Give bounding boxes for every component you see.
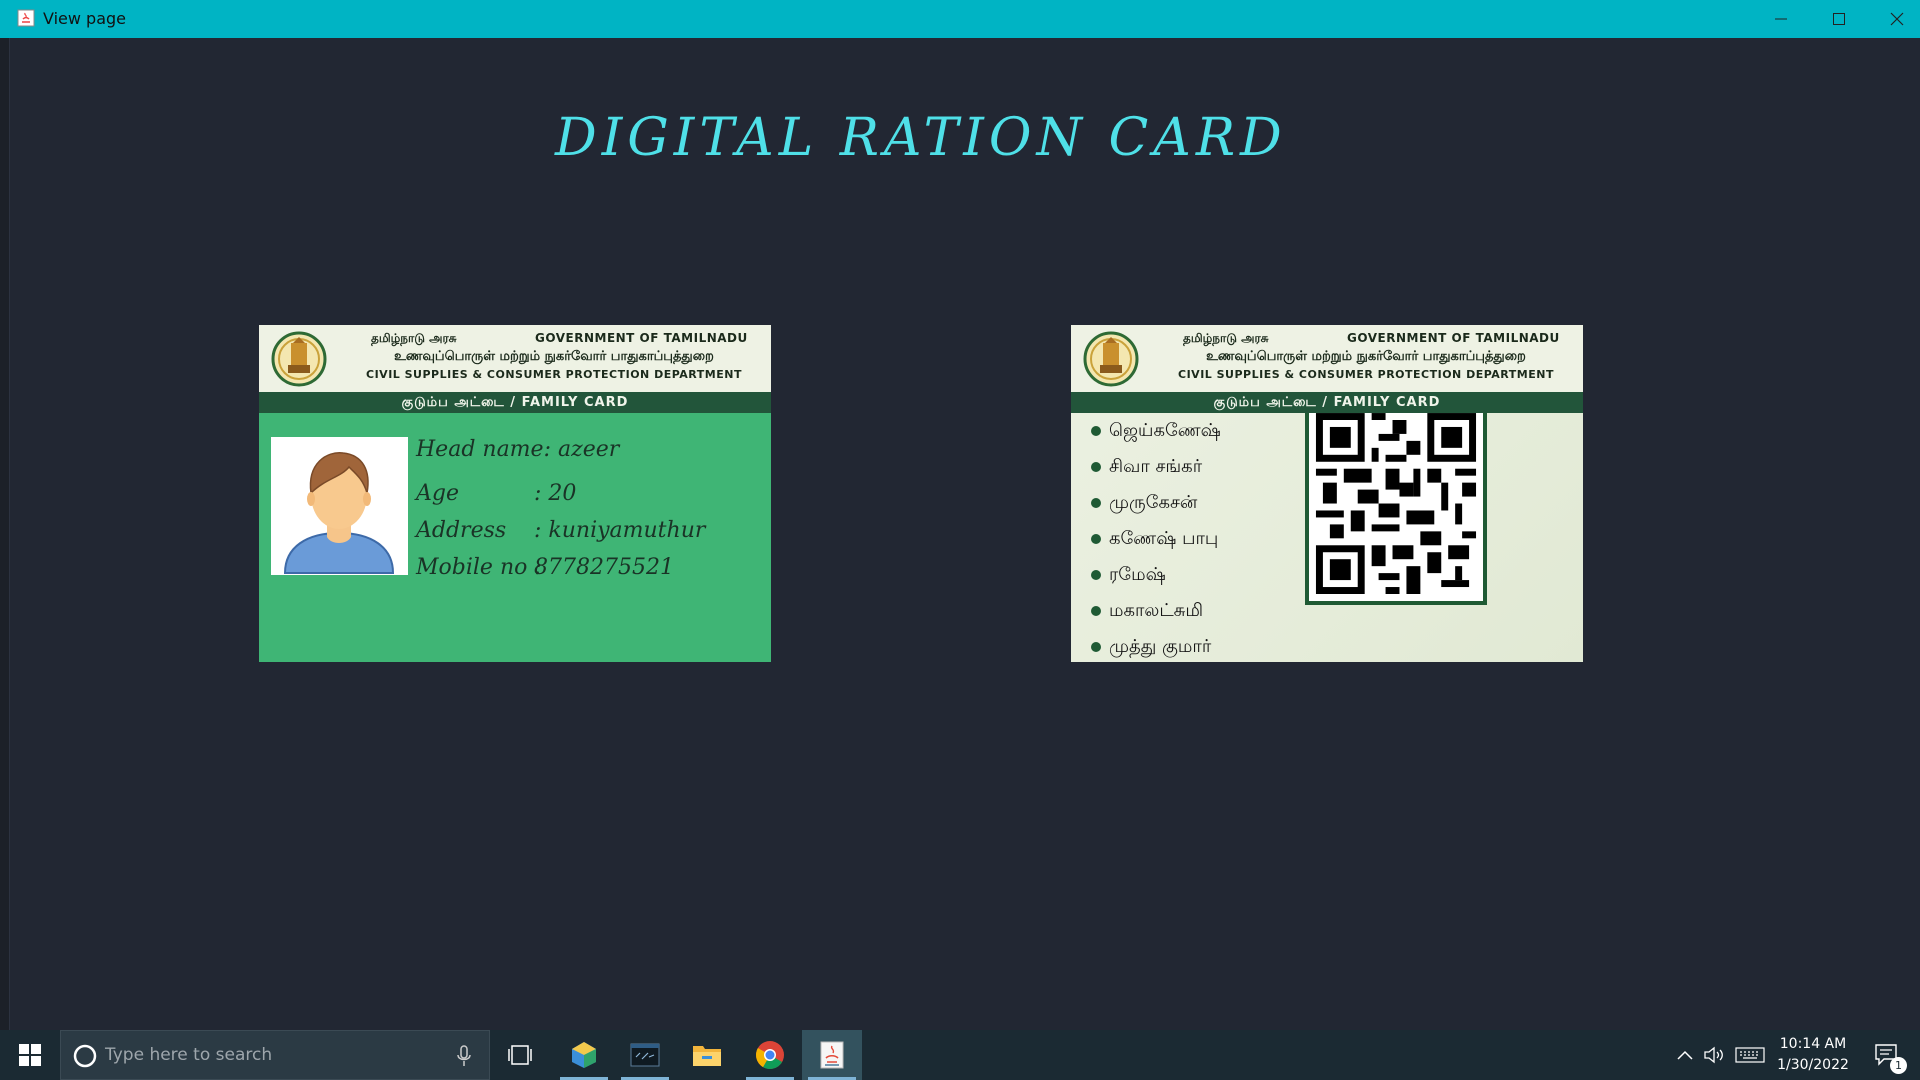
qr-code-icon [1309,413,1483,601]
java-app-icon [17,9,35,27]
mobile-value: 8778275521 [534,555,674,580]
avatar [271,437,408,575]
list-item: ரமேஷ் [1091,557,1221,593]
address-label: Address [416,518,507,543]
volume-button[interactable] [1700,1030,1730,1080]
gov-tamil-text: தமிழ்நாடு அரசு [371,331,457,345]
window-title: View page [43,9,127,28]
maximize-icon [1833,13,1845,25]
head-name-value: azeer [557,437,620,462]
taskbar-app-chrome[interactable] [740,1030,800,1080]
maximize-button[interactable] [1810,0,1868,38]
chrome-icon [756,1041,784,1069]
dept-tamil-text: உணவுப்பொருள் மற்றும் நுகர்வோர் பாதுகாப்ப… [394,349,714,364]
search-box[interactable]: Type here to search [60,1030,490,1080]
head-name-row: Head name: azeer [416,437,619,462]
cube-app-icon [572,1042,596,1068]
search-placeholder: Type here to search [105,1045,273,1065]
clock[interactable]: 10:14 AM 1/30/2022 [1770,1034,1856,1076]
window-left-edge [0,38,10,1030]
card-header: தமிழ்நாடு அரசு GOVERNMENT OF TAMILNADU உ… [1071,325,1583,392]
dept-english-text: CIVIL SUPPLIES & CONSUMER PROTECTION DEP… [366,368,742,381]
dept-tamil-text: உணவுப்பொருள் மற்றும் நுகர்வோர் பாதுகாப்ப… [1206,349,1526,364]
task-view-icon [508,1045,532,1065]
window-titlebar[interactable]: View page [0,0,1920,38]
age-value: : 20 [534,481,577,506]
gov-english-text: GOVERNMENT OF TAMILNADU [535,331,748,345]
list-item: மகாலட்சுமி [1091,593,1221,629]
family-card-band: குடும்ப அட்டை / FAMILY CARD [1071,392,1583,413]
taskbar-app-java[interactable] [802,1030,862,1080]
family-members-list: ஜெய்கணேஷ் சிவா சங்கர் முருகேசன் கணேஷ் பா… [1091,413,1221,662]
keyboard-button[interactable] [1732,1030,1768,1080]
taskbar: Type here to search 10:14 AM 1/30/2022 1 [0,1030,1920,1080]
person-avatar-icon [283,452,395,574]
family-card-band: குடும்ப அட்டை / FAMILY CARD [259,392,771,413]
cortana-circle-icon [73,1044,97,1068]
list-item: கணேஷ் பாபு [1091,521,1221,557]
minimize-button[interactable] [1752,0,1810,38]
card-header: தமிழ்நாடு அரசு GOVERNMENT OF TAMILNADU உ… [259,325,771,392]
page-heading: DIGITAL RATION CARD [555,108,1287,168]
file-explorer-icon [693,1046,721,1066]
mobile-label: Mobile no : [416,555,542,580]
java-icon [820,1041,844,1069]
list-item: சிவா சங்கர் [1091,449,1221,485]
chevron-up-icon [1677,1050,1693,1060]
taskbar-app-mysql[interactable] [615,1030,675,1080]
age-label: Age [416,481,459,506]
list-item: முத்து குமார் [1091,629,1221,662]
ration-card-back: தமிழ்நாடு அரசு GOVERNMENT OF TAMILNADU உ… [1071,325,1583,662]
notification-count-badge: 1 [1890,1057,1907,1074]
start-button[interactable] [0,1030,60,1080]
keyboard-icon [1735,1047,1765,1063]
dept-english-text: CIVIL SUPPLIES & CONSUMER PROTECTION DEP… [1178,368,1554,381]
mysql-icon [630,1043,660,1067]
address-value: : kuniyamuthur [534,518,706,543]
gov-tamil-text: தமிழ்நாடு அரசு [1183,331,1269,345]
close-button[interactable] [1868,0,1920,38]
qr-code [1305,413,1487,605]
notification-center-button[interactable]: 1 [1864,1030,1910,1080]
microphone-icon[interactable] [457,1045,471,1067]
head-name-label: Head name: [416,437,551,462]
list-item: ஜெய்கணேஷ் [1091,413,1221,449]
clock-date: 1/30/2022 [1777,1057,1849,1073]
speaker-icon [1704,1046,1723,1064]
taskbar-app-explorer[interactable] [677,1030,737,1080]
minimize-icon [1775,18,1787,20]
taskbar-app-cube[interactable] [554,1030,614,1080]
clock-time: 10:14 AM [1779,1036,1847,1052]
close-icon [1890,12,1904,26]
list-item: முருகேசன் [1091,485,1221,521]
age-row: Age : 20 [416,481,576,506]
windows-logo-icon [19,1044,41,1066]
show-hidden-icons-button[interactable] [1672,1030,1698,1080]
mobile-row: Mobile no :8778275521 [416,555,674,580]
task-view-button[interactable] [490,1030,550,1080]
ration-card-front: தமிழ்நாடு அரசு GOVERNMENT OF TAMILNADU உ… [259,325,771,662]
address-row: Address : kuniyamuthur [416,518,705,543]
gov-english-text: GOVERNMENT OF TAMILNADU [1347,331,1560,345]
